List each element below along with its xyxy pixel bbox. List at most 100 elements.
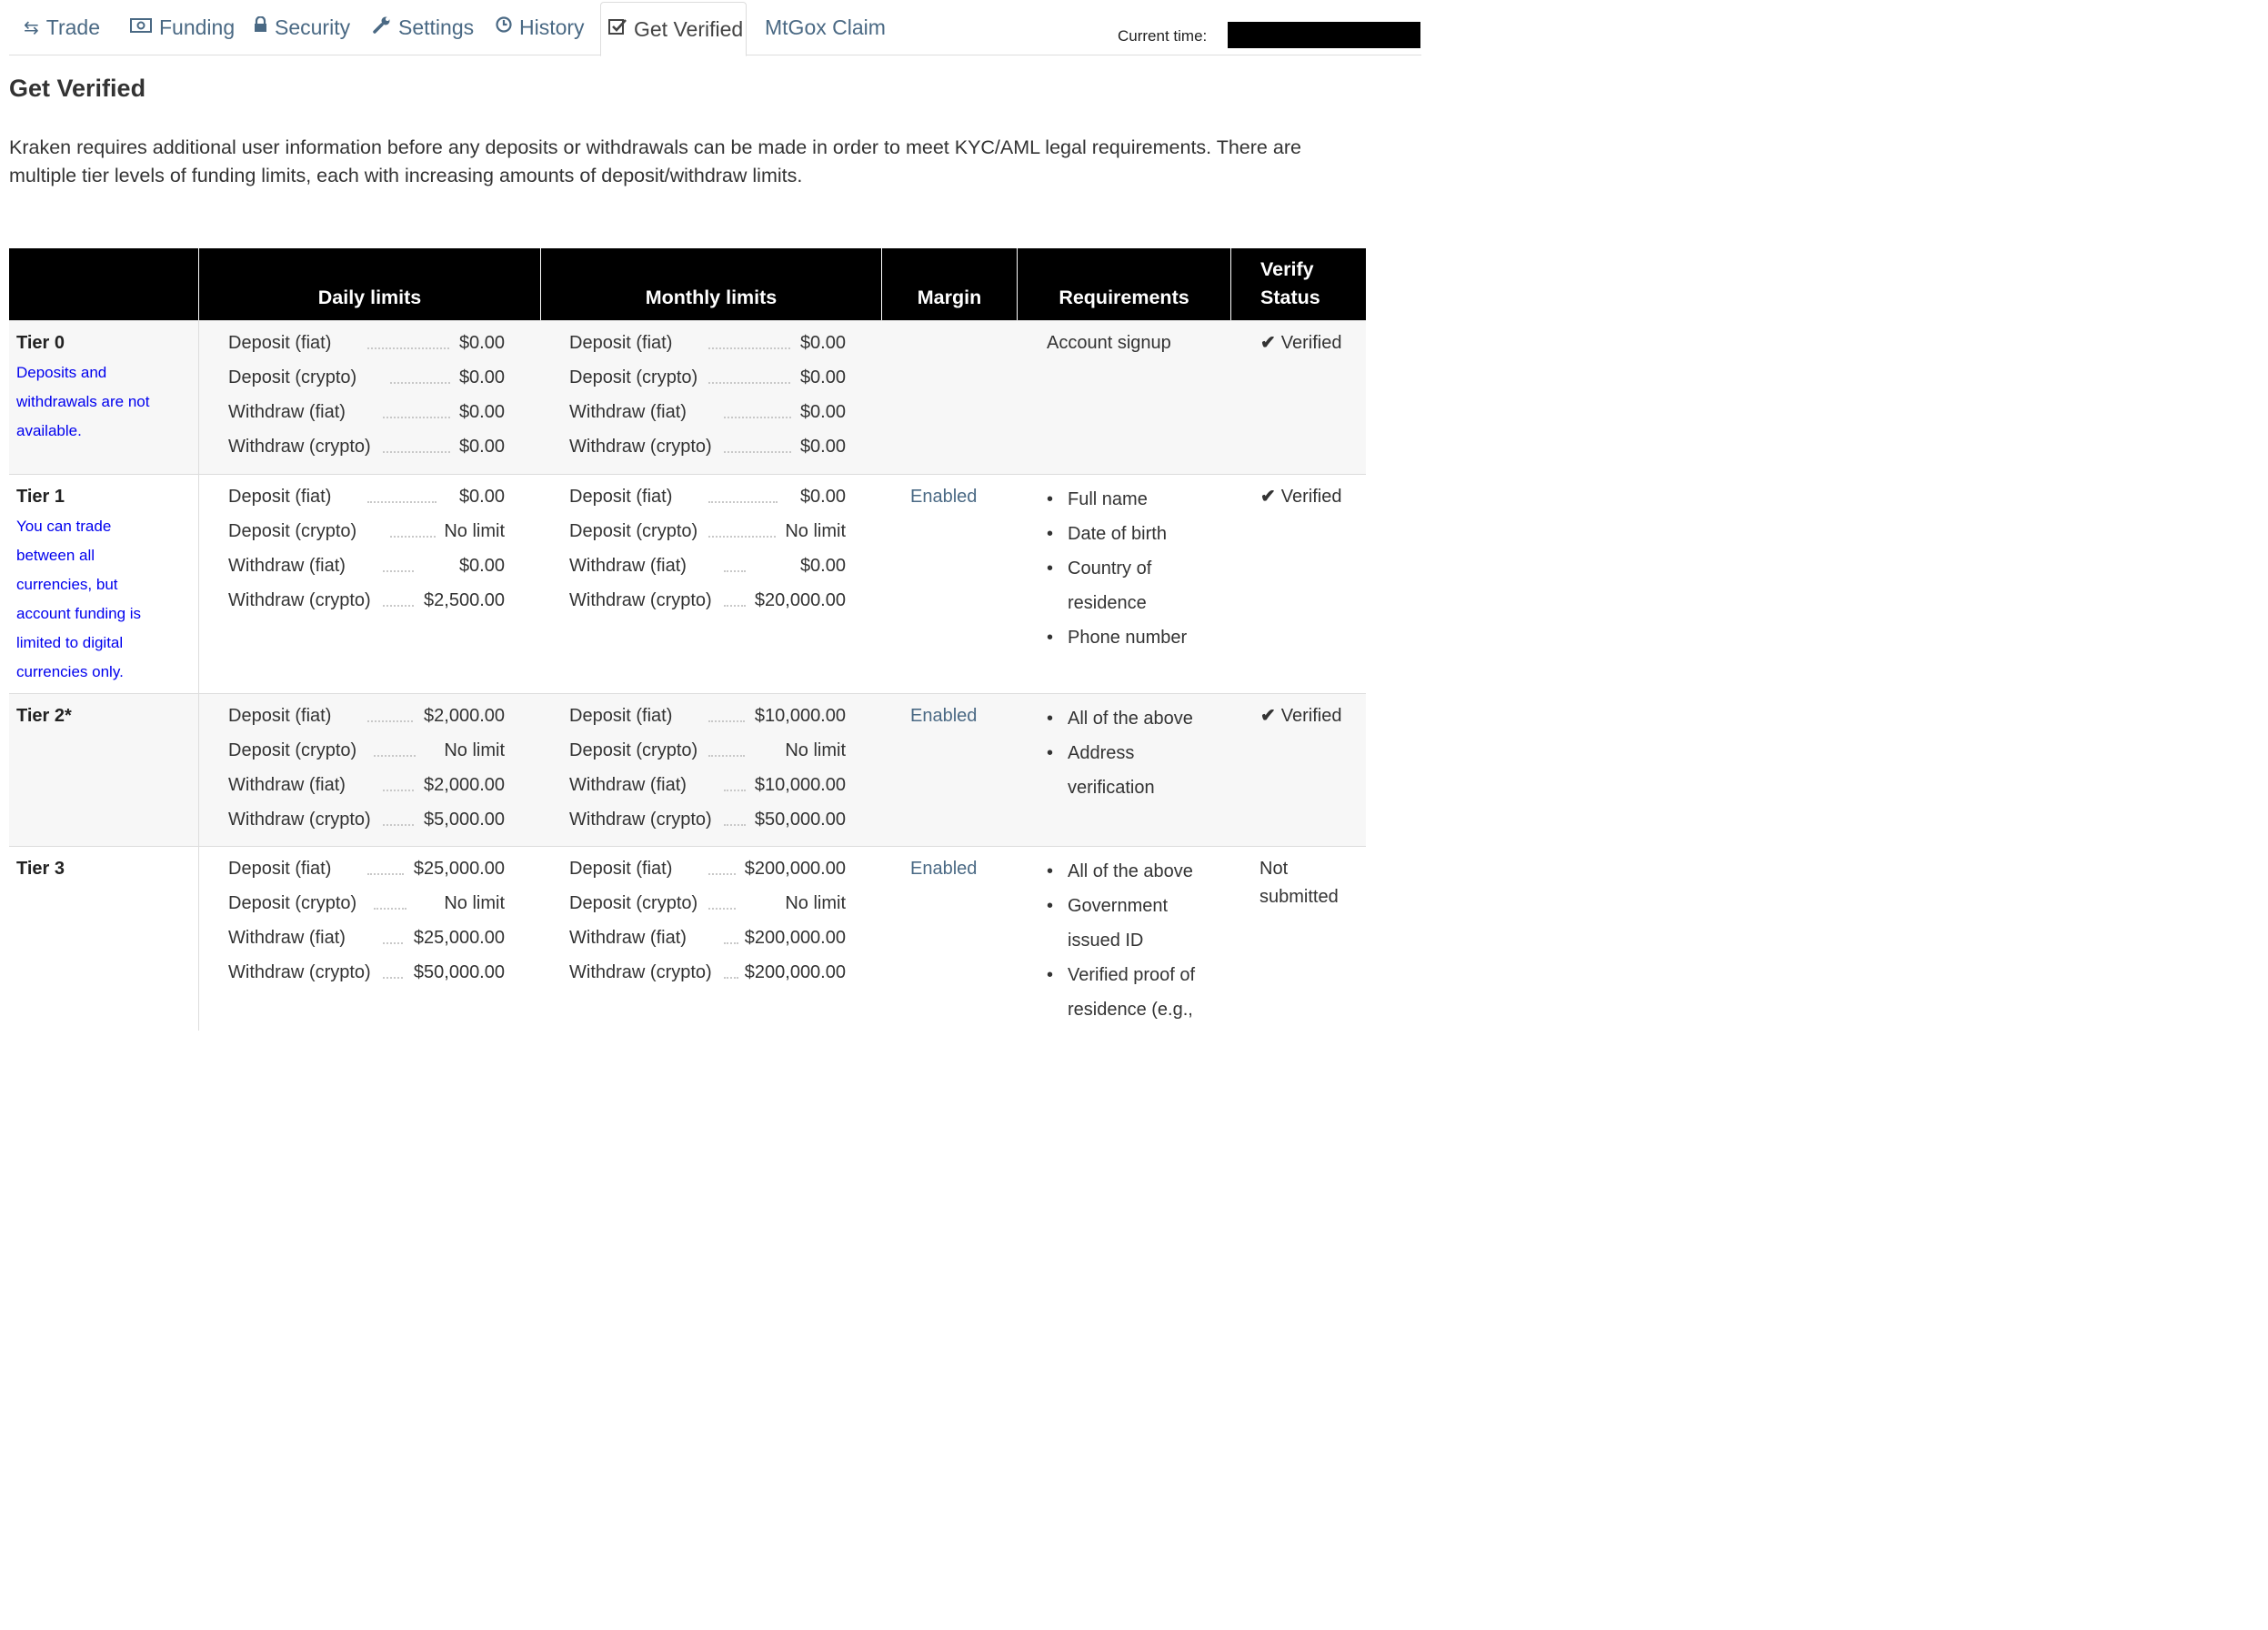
limit-label: Withdraw (fiat) xyxy=(569,556,687,576)
limit-value: $0.00 xyxy=(458,487,505,507)
limit-label: Deposit (crypto) xyxy=(228,893,357,913)
tier-name: Tier 1 xyxy=(16,487,65,507)
tier-description: You can trade between all currencies, bu… xyxy=(16,518,142,680)
limit-line: Withdraw (fiat) $200,000.00 xyxy=(569,928,869,955)
limit-value: $0.00 xyxy=(799,556,846,576)
check-icon: ✔ xyxy=(1260,706,1276,726)
header-status: Status xyxy=(1260,287,1320,308)
retweet-icon: ⇆ xyxy=(24,17,39,38)
limit-line: Withdraw (crypto) $20,000.00 xyxy=(569,590,869,618)
table-row-tier-2: Tier 2* Deposit (fiat) $2,000.00 Deposit … xyxy=(9,693,1366,846)
requirement-text: Government issued ID xyxy=(1068,896,1169,951)
limit-value: $25,000.00 xyxy=(413,928,505,948)
current-time-label: Current time: xyxy=(1118,27,1208,45)
requirement-item: • Verified proof of residence (e.g., xyxy=(1047,965,1196,1020)
limit-line: Withdraw (crypto) $0.00 xyxy=(228,437,528,464)
limit-line: Withdraw (fiat) $0.00 xyxy=(569,556,869,583)
limit-line: Deposit (crypto) No limit xyxy=(228,740,528,768)
dot-leader xyxy=(383,605,414,607)
tier-limits-table: Daily limits Monthly limits Margin Requi… xyxy=(9,248,1366,1031)
limit-line: Deposit (crypto) No limit xyxy=(569,893,869,921)
requirement-text: Account signup xyxy=(1047,333,1171,353)
tab-get-verified[interactable]: Get Verified xyxy=(600,2,747,56)
limit-line: Deposit (crypto) $0.00 xyxy=(569,367,869,395)
verify-status: ✔ Verified xyxy=(1260,483,1341,511)
status-text: Verified xyxy=(1280,487,1342,507)
tab-funding[interactable]: Funding xyxy=(130,0,235,55)
limit-line: Deposit (fiat) $10,000.00 xyxy=(569,706,869,733)
requirement-item: • Phone number xyxy=(1047,628,1188,648)
dot-leader xyxy=(367,347,449,349)
dot-leader xyxy=(724,977,738,979)
limit-value: No limit xyxy=(444,521,505,541)
limit-label: Deposit (crypto) xyxy=(228,367,357,387)
dot-leader xyxy=(708,536,776,538)
limit-value: $50,000.00 xyxy=(413,962,505,982)
requirement-text: Address verification xyxy=(1068,743,1155,798)
margin-status: Enabled xyxy=(910,859,978,879)
dot-leader xyxy=(708,501,778,503)
requirement-text: Verified proof of residence (e.g., xyxy=(1068,965,1196,1020)
limit-label: Deposit (fiat) xyxy=(569,487,673,507)
limit-line: Deposit (fiat) $200,000.00 xyxy=(569,859,869,886)
limit-line: Withdraw (crypto) $5,000.00 xyxy=(228,810,528,837)
limit-value: $2,500.00 xyxy=(424,590,505,610)
margin-status: Enabled xyxy=(910,487,978,507)
dot-leader xyxy=(724,417,791,418)
tab-trade[interactable]: ⇆ Trade xyxy=(24,0,100,55)
header-monthly-limits: Monthly limits xyxy=(645,287,778,308)
requirements-list: • All of the above • Government issued ID … xyxy=(1047,854,1231,1027)
limit-label: Withdraw (crypto) xyxy=(228,810,371,830)
requirement-text: All of the above xyxy=(1068,709,1193,729)
limit-value: $0.00 xyxy=(458,556,505,576)
requirements-list: • Full name • Date of birth • Country of re… xyxy=(1047,482,1231,655)
limit-line: Withdraw (fiat) $0.00 xyxy=(228,402,528,429)
requirement-item: • Government issued ID xyxy=(1047,896,1169,951)
limit-label: Deposit (fiat) xyxy=(569,333,673,353)
verify-status: ✔ Verified xyxy=(1260,702,1341,730)
check-square-icon xyxy=(608,18,627,40)
table-row-tier-0: Tier 0 Deposits and withdrawals are not … xyxy=(9,320,1366,474)
dot-leader xyxy=(708,755,745,757)
verify-status: ✔ Verified xyxy=(1260,329,1341,357)
table-row-tier-3: Tier 3 Deposit (fiat) $25,000.00 Deposit … xyxy=(9,846,1366,1031)
requirements-list: • All of the above • Address verification xyxy=(1047,701,1231,805)
limit-value: $50,000.00 xyxy=(754,810,846,830)
limit-value: $0.00 xyxy=(458,437,505,457)
margin-status: Enabled xyxy=(910,706,978,726)
limit-line: Deposit (crypto) No limit xyxy=(228,893,528,921)
tab-settings[interactable]: Settings xyxy=(373,0,474,55)
limit-value: $5,000.00 xyxy=(424,810,505,830)
limit-label: Withdraw (crypto) xyxy=(569,810,712,830)
limit-line: Deposit (crypto) No limit xyxy=(569,521,869,548)
tab-security[interactable]: Security xyxy=(254,0,350,55)
requirement-text: All of the above xyxy=(1068,861,1193,881)
requirement-item: • All of the above xyxy=(1047,709,1193,729)
tier-description: Deposits and withdrawals are not availab… xyxy=(16,364,150,439)
clock-icon xyxy=(496,16,512,38)
limit-value: $10,000.00 xyxy=(754,775,846,795)
tab-mtgox-claim[interactable]: MtGox Claim xyxy=(765,0,886,55)
limit-line: Withdraw (fiat) $2,000.00 xyxy=(228,775,528,802)
dot-leader xyxy=(374,908,406,910)
limit-value: $25,000.00 xyxy=(413,859,505,879)
limit-value: No limit xyxy=(444,740,505,760)
header-requirements: Requirements xyxy=(1059,287,1189,308)
limit-value: $20,000.00 xyxy=(754,590,846,610)
dot-leader xyxy=(724,451,791,453)
limit-label: Deposit (fiat) xyxy=(228,333,332,353)
header-divider xyxy=(1230,248,1231,320)
limit-line: Deposit (fiat) $25,000.00 xyxy=(228,859,528,886)
limit-label: Deposit (fiat) xyxy=(228,859,332,879)
limit-line: Deposit (fiat) $0.00 xyxy=(569,333,869,360)
limit-label: Withdraw (crypto) xyxy=(569,962,712,982)
tab-label: MtGox Claim xyxy=(765,15,886,39)
tab-history[interactable]: History xyxy=(496,0,585,55)
limit-value: $0.00 xyxy=(799,333,846,353)
limit-line: Deposit (crypto) No limit xyxy=(569,740,869,768)
limit-value: $200,000.00 xyxy=(744,928,846,948)
limit-value: $200,000.00 xyxy=(744,962,846,982)
check-icon: ✔ xyxy=(1260,333,1276,353)
limit-label: Deposit (crypto) xyxy=(228,740,357,760)
dot-leader xyxy=(724,570,746,572)
